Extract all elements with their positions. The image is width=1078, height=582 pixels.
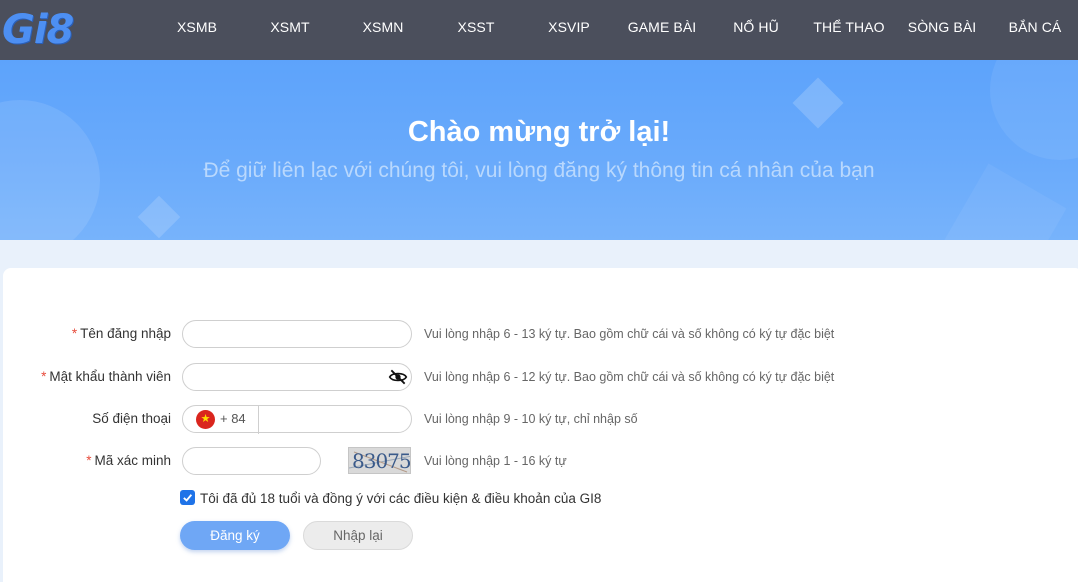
agree-text[interactable]: Tôi đã đủ 18 tuổi và đồng ý với các điều… — [200, 491, 601, 506]
divider — [258, 406, 259, 434]
captcha-label: * Mã xác minh — [86, 453, 171, 468]
reset-button[interactable]: Nhập lại — [303, 521, 413, 550]
phone-input[interactable] — [262, 408, 407, 430]
vietnam-flag-icon[interactable]: ★ — [196, 410, 215, 429]
nav-item-no-hu[interactable]: NỔ HŨ — [733, 19, 779, 35]
register-button[interactable]: Đăng ký — [180, 521, 290, 550]
captcha-input[interactable] — [182, 447, 321, 475]
password-hint: Vui lòng nhập 6 - 12 ký tự. Bao gồm chữ … — [424, 370, 835, 384]
captcha-hint: Vui lòng nhập 1 - 16 ký tự — [424, 454, 567, 468]
phone-hint: Vui lòng nhập 9 - 10 ký tự, chỉ nhập số — [424, 412, 638, 426]
nav-item-xsmn[interactable]: XSMN — [363, 19, 404, 35]
nav-item-game-bai[interactable]: GAME BÀI — [628, 19, 696, 35]
agree-checkbox[interactable] — [180, 490, 195, 505]
logo-text: Gi8 — [2, 7, 74, 53]
required-mark: * — [86, 453, 92, 468]
banner-subtitle: Để giữ liên lạc với chúng tôi, vui lòng … — [203, 159, 875, 182]
username-label: * Tên đăng nhập — [71, 326, 171, 341]
required-mark: * — [41, 369, 47, 384]
site-logo[interactable]: Gi8 — [2, 6, 74, 54]
password-input[interactable] — [182, 363, 412, 391]
banner-decoration — [137, 195, 181, 239]
username-input[interactable] — [182, 320, 412, 348]
nav-item-xsst[interactable]: XSST — [458, 19, 495, 35]
check-icon — [183, 494, 193, 502]
username-hint: Vui lòng nhập 6 - 13 ký tự. Bao gồm chữ … — [424, 327, 835, 341]
banner-title: Chào mừng trở lại! — [407, 116, 671, 148]
nav-item-xsmt[interactable]: XSMT — [270, 19, 309, 35]
nav-item-ban-ca[interactable]: BẮN CÁ — [1009, 19, 1062, 35]
country-code[interactable]: + 84 — [220, 411, 246, 426]
welcome-banner: Chào mừng trở lại! Để giữ liên lạc với c… — [0, 60, 1078, 240]
nav-item-song-bai[interactable]: SÒNG BÀI — [908, 19, 976, 35]
required-mark: * — [71, 326, 78, 341]
nav-item-xsmb[interactable]: XSMB — [177, 19, 217, 35]
eye-slash-icon[interactable] — [388, 367, 408, 387]
phone-label: Số điện thoại — [92, 411, 171, 426]
captcha-image[interactable]: 83075 — [348, 447, 411, 474]
nav-item-the-thao[interactable]: THỂ THAO — [813, 19, 884, 35]
password-label: * Mật khẩu thành viên — [41, 369, 171, 384]
captcha-text: 83075 — [352, 449, 411, 473]
nav-item-xsvip[interactable]: XSVIP — [548, 19, 590, 35]
top-nav: Gi8 XSMB XSMT XSMN XSST XSVIP GAME BÀI N… — [0, 0, 1078, 60]
